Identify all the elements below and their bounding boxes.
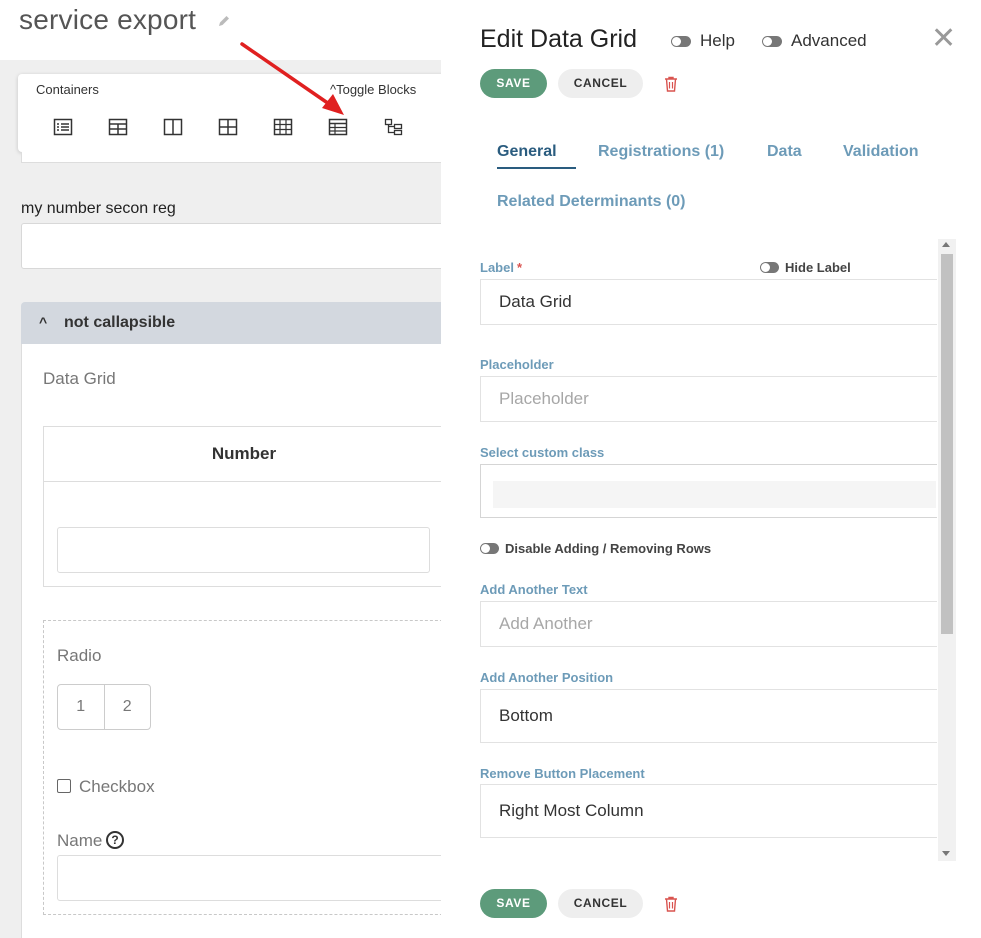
tab-general[interactable]: General <box>497 143 557 161</box>
cancel-button[interactable]: CANCEL <box>558 69 643 98</box>
name-input[interactable] <box>57 855 441 901</box>
grid-large-icon[interactable] <box>273 118 293 136</box>
label-field-label: Label * <box>480 260 522 275</box>
tab-validation[interactable]: Validation <box>843 143 919 161</box>
tree-icon[interactable] <box>384 118 404 136</box>
containers-blocks-panel: Containers ^Toggle Blocks <box>18 74 441 152</box>
custom-class-search[interactable] <box>493 481 936 508</box>
page-title: service export <box>19 4 197 35</box>
help-icon[interactable]: ? <box>106 831 124 849</box>
columns-icon[interactable] <box>163 118 183 136</box>
settings-scroll-area[interactable]: Label * Hide Label Data Grid Placeholder … <box>480 239 956 861</box>
disable-rows-toggle[interactable]: Disable Adding / Removing Rows <box>480 541 711 556</box>
data-grid-icon[interactable] <box>328 118 348 136</box>
number-field-input[interactable] <box>21 223 441 269</box>
tab-related-determinants[interactable]: Related Determinants (0) <box>497 193 686 211</box>
save-button[interactable]: SAVE <box>480 69 547 98</box>
toggle-switch-icon[interactable] <box>671 35 691 47</box>
add-another-position-select[interactable]: Bottom <box>480 689 937 743</box>
number-field-label: my number secon reg <box>21 200 176 217</box>
panel-title: not callapsible <box>64 314 176 331</box>
datagrid-column-header: Number <box>211 444 277 463</box>
panel-header[interactable]: ^ not callapsible <box>21 302 441 344</box>
collapsed-component-stub <box>21 152 441 163</box>
scrollbar[interactable] <box>938 239 956 861</box>
tab-data[interactable]: Data <box>767 143 802 161</box>
label-text: Label <box>480 260 514 275</box>
placeholder-field-label: Placeholder <box>480 357 554 372</box>
tab-registrations[interactable]: Registrations (1) <box>598 143 724 161</box>
add-another-text-label: Add Another Text <box>480 582 588 597</box>
hide-label-toggle[interactable]: Hide Label <box>760 260 851 275</box>
edit-modal: Edit Data Grid Help Advanced ✕ SAVE CANC… <box>441 0 981 938</box>
form-builder-area: service export Containers ^Toggle Blocks <box>0 0 441 938</box>
table-icon[interactable] <box>108 118 128 136</box>
remove-button-placement-label: Remove Button Placement <box>480 766 645 781</box>
hide-label-text: Hide Label <box>785 260 851 275</box>
title-bar: service export <box>0 0 441 60</box>
pencil-icon[interactable] <box>217 14 231 28</box>
close-icon[interactable]: ✕ <box>931 24 956 54</box>
modal-title: Edit Data Grid <box>480 25 638 53</box>
required-asterisk: * <box>516 260 523 275</box>
toggle-blocks-link[interactable]: ^Toggle Blocks <box>330 82 416 97</box>
add-another-text-input[interactable]: Add Another <box>480 601 937 647</box>
help-toggle-label: Help <box>700 31 735 50</box>
radio-group: 1 2 <box>57 684 151 730</box>
list-icon[interactable] <box>53 118 73 136</box>
save-button-bottom[interactable]: SAVE <box>480 889 547 918</box>
scroll-thumb[interactable] <box>941 254 953 634</box>
datagrid-table: Number <box>43 426 441 587</box>
advanced-toggle[interactable]: Advanced <box>762 31 867 51</box>
toggle-switch-icon[interactable] <box>762 35 782 47</box>
scroll-up-arrow-icon[interactable] <box>942 242 950 247</box>
toggle-switch-icon[interactable] <box>480 543 499 554</box>
name-label: Name <box>57 831 103 850</box>
disable-rows-label: Disable Adding / Removing Rows <box>505 541 712 556</box>
radio-option[interactable]: 2 <box>103 685 151 729</box>
remove-button-placement-select[interactable]: Right Most Column <box>480 784 937 838</box>
grid-icon[interactable] <box>218 118 238 136</box>
scroll-down-arrow-icon[interactable] <box>942 851 950 856</box>
cancel-button-bottom[interactable]: CANCEL <box>558 889 643 918</box>
datagrid-cell-input[interactable] <box>57 527 430 573</box>
trash-icon[interactable] <box>664 76 678 92</box>
help-toggle[interactable]: Help <box>671 31 735 51</box>
radio-label: Radio <box>57 646 102 665</box>
add-another-position-label: Add Another Position <box>480 670 614 685</box>
advanced-toggle-label: Advanced <box>791 31 867 50</box>
radio-option[interactable]: 1 <box>58 685 104 729</box>
toggle-switch-icon[interactable] <box>760 262 779 273</box>
checkbox[interactable] <box>57 779 71 793</box>
datagrid-header: Number <box>44 427 441 482</box>
custom-class-select[interactable] <box>480 464 937 518</box>
panel-caret-icon[interactable]: ^ <box>39 314 47 330</box>
datagrid-label: Data Grid <box>43 369 116 388</box>
blocks-title: Containers <box>36 82 99 97</box>
trash-icon[interactable] <box>664 896 678 912</box>
custom-class-label: Select custom class <box>480 445 605 460</box>
placeholder-input[interactable]: Placeholder <box>480 376 937 422</box>
checkbox-label: Checkbox <box>79 777 155 796</box>
label-input[interactable]: Data Grid <box>480 279 937 325</box>
active-tab-underline <box>497 167 576 169</box>
